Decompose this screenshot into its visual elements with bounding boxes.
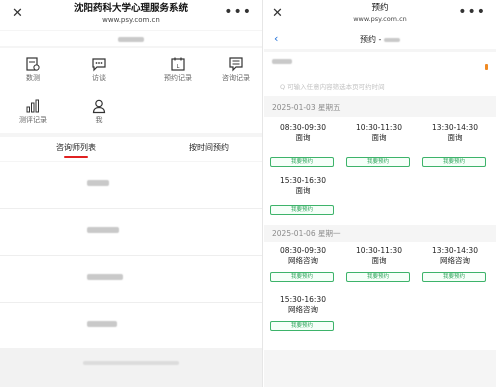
book-button[interactable]: 我要预约 [422, 157, 486, 167]
redacted-counselor-name [87, 180, 109, 186]
slot-type: 面询 [371, 133, 387, 142]
footer-strip [0, 348, 262, 387]
svg-text:L: L [177, 64, 180, 70]
bar-chart-icon [26, 99, 39, 113]
tab-book-by-time[interactable]: 按时间预约 [183, 142, 235, 153]
slot-time: 13:30-14:30 [432, 246, 478, 255]
redacted-counselor-name [87, 321, 117, 327]
grid-item-interview[interactable]: 访谈 [66, 50, 132, 90]
tab-bar: 咨询师列表 按时间预约 [0, 137, 262, 161]
sub-nav: ‹ 预约 - [264, 30, 496, 49]
book-button[interactable]: 我要预约 [422, 272, 486, 282]
book-button[interactable]: 我要预约 [270, 321, 334, 331]
grid-item-consult-records[interactable]: 咨询记录 [203, 50, 262, 90]
slot-time: 08:30-09:30 [280, 123, 326, 132]
list-item[interactable] [0, 209, 262, 256]
redacted-user-name [118, 37, 144, 42]
grid-item-assessment-records[interactable]: 测评记录 [0, 92, 66, 132]
slot-type: 网络咨询 [440, 256, 470, 265]
book-button[interactable]: 我要预约 [270, 205, 334, 215]
chat-icon [92, 58, 106, 72]
list-item[interactable] [0, 162, 262, 209]
time-slot: 13:30-14:30 网络咨询 我要预约 [420, 246, 490, 292]
redacted-footer-text [83, 361, 179, 365]
title-bar: ✕ 沈阳药科大学心理服务系统 www.psy.com.cn ••• [0, 0, 262, 30]
slot-time: 10:30-11:30 [356, 246, 402, 255]
right-screen: ✕ 预约 www.psy.com.cn ••• ‹ 预约 - 2025-01-0… [264, 0, 496, 387]
book-button[interactable]: 我要预约 [346, 272, 410, 282]
app-url: www.psy.com.cn [102, 16, 160, 24]
user-name-band [0, 31, 262, 46]
slot-type: 面询 [447, 133, 463, 142]
grid-label: 数测 [26, 74, 40, 82]
grid-label: 测评记录 [19, 116, 47, 124]
search-row [264, 78, 496, 96]
slot-type: 面询 [295, 133, 311, 142]
tab-counselor-list[interactable]: 咨询师列表 [50, 142, 102, 153]
grid-label: 访谈 [92, 74, 106, 82]
app-title: 沈阳药科大学心理服务系统 [73, 3, 188, 14]
left-screen: ✕ 沈阳药科大学心理服务系统 www.psy.com.cn ••• 数测 访谈 … [0, 0, 263, 387]
status-badge [485, 64, 488, 70]
test-icon [26, 57, 40, 71]
function-grid: 数测 访谈 L 预约记录 咨询记录 测评记录 我 [0, 48, 262, 133]
slot-time: 08:30-09:30 [280, 246, 326, 255]
time-slot: 10:30-11:30 面询 我要预约 [344, 246, 414, 292]
grid-item-me[interactable]: 我 [66, 92, 132, 132]
time-slot: 15:30-16:30 面询 我要预约 [268, 176, 338, 222]
grid-label: 咨询记录 [222, 74, 250, 82]
active-tab-indicator [64, 156, 88, 158]
search-input[interactable] [268, 81, 490, 93]
book-button[interactable]: 我要预约 [270, 272, 334, 282]
redacted-counselor-name [87, 227, 119, 233]
time-slot: 08:30-09:30 面询 我要预约 [268, 123, 338, 169]
slot-time: 15:30-16:30 [280, 295, 326, 304]
time-slot: 15:30-16:30 网络咨询 我要预约 [268, 295, 338, 341]
date-header: 2025-01-06 星期一 [264, 226, 496, 242]
counselor-list [0, 162, 262, 350]
slot-time: 10:30-11:30 [356, 123, 402, 132]
slot-time: 15:30-16:30 [280, 176, 326, 185]
list-item[interactable] [0, 256, 262, 303]
book-button[interactable]: 我要预约 [270, 157, 334, 167]
user-icon [92, 99, 106, 114]
booking-title: 预约 - [264, 34, 496, 45]
book-button[interactable]: 我要预约 [346, 157, 410, 167]
grid-item-booking-records[interactable]: L 预约记录 [145, 50, 211, 90]
title-bar: ✕ 预约 www.psy.com.cn ••• [264, 0, 496, 30]
grid-label: 我 [95, 116, 103, 124]
slot-time: 13:30-14:30 [432, 123, 478, 132]
slot-grid: 08:30-09:30 网络咨询 我要预约 10:30-11:30 面询 我要预… [264, 242, 496, 350]
slot-type: 面询 [371, 256, 387, 265]
slot-grid: 08:30-09:30 面询 我要预约 10:30-11:30 面询 我要预约 … [264, 117, 496, 225]
slot-type: 面询 [295, 186, 311, 195]
grid-label: 预约记录 [164, 74, 192, 82]
slot-type: 网络咨询 [288, 305, 318, 314]
list-item[interactable] [0, 303, 262, 350]
date-header: 2025-01-03 星期五 [264, 100, 496, 116]
redacted-counselor-name [272, 59, 292, 64]
redacted-counselor-name [87, 274, 123, 280]
more-icon[interactable]: ••• [224, 4, 252, 20]
time-slot: 13:30-14:30 面询 我要预约 [420, 123, 490, 169]
time-slot: 08:30-09:30 网络咨询 我要预约 [268, 246, 338, 292]
calendar-icon: L [171, 57, 185, 71]
message-icon [229, 57, 243, 72]
time-slot: 10:30-11:30 面询 我要预约 [344, 123, 414, 169]
redacted-counselor-name [383, 37, 400, 42]
slot-type: 网络咨询 [288, 256, 318, 265]
grid-item-test[interactable]: 数测 [0, 50, 66, 90]
more-icon[interactable]: ••• [458, 4, 486, 20]
